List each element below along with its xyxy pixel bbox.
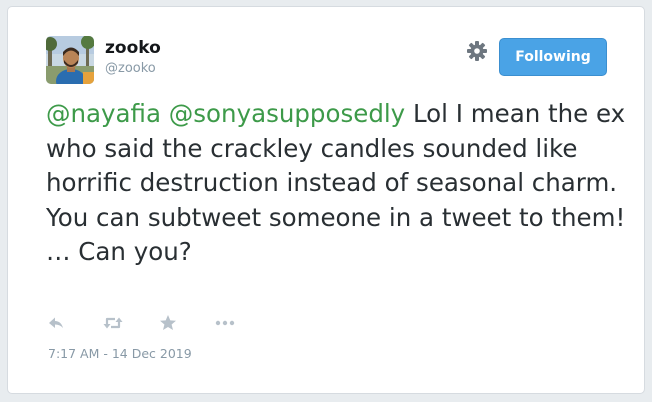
star-icon[interactable] [158,313,180,333]
reply-icon[interactable] [46,313,68,333]
following-button[interactable]: Following [499,38,607,76]
mention-link[interactable]: @sonyasupposedly [169,99,405,128]
retweet-icon[interactable] [102,313,124,333]
gear-icon[interactable] [466,40,488,62]
mention-link[interactable]: @nayafia [46,99,161,128]
more-icon[interactable] [214,313,236,333]
avatar[interactable] [46,36,94,84]
user-display-name[interactable]: zooko [105,38,161,58]
user-handle[interactable]: @zooko [105,61,156,76]
tweet-timestamp[interactable]: 7:17 AM - 14 Dec 2019 [48,346,192,361]
tweet-text: @nayafia @sonyasupposedly Lol I mean the… [46,97,636,270]
tweet-card: zooko @zooko Following @nayafia @sonyasu… [7,6,645,394]
